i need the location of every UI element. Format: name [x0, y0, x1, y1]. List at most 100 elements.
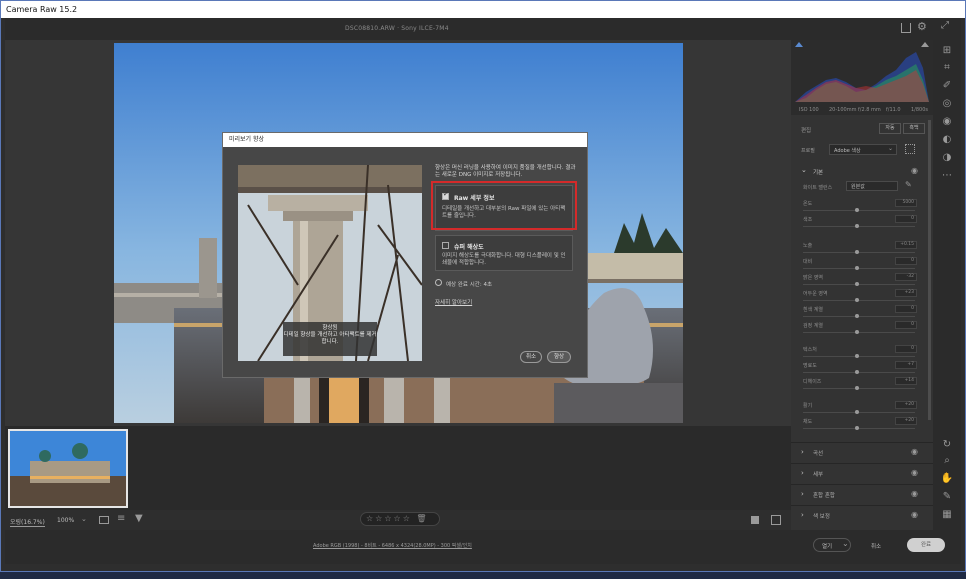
- hand-icon[interactable]: ✋: [939, 472, 955, 486]
- slider-knob[interactable]: [855, 298, 859, 302]
- star-rating[interactable]: ☆☆☆☆☆ 🗑: [360, 512, 440, 526]
- filmstrip-icon[interactable]: [99, 516, 109, 524]
- crop-icon[interactable]: ⌗: [939, 61, 955, 75]
- slider-knob[interactable]: [855, 250, 859, 254]
- slider-value[interactable]: 0: [895, 321, 917, 329]
- slider-track[interactable]: [803, 210, 915, 211]
- workflow-info-link[interactable]: Adobe RGB (1998) - 8비트 - 6486 x 4324(28.…: [313, 542, 472, 549]
- slider-value[interactable]: 0: [895, 345, 917, 353]
- basic-section-title[interactable]: 기본: [813, 168, 823, 176]
- more-icon[interactable]: ⋯: [939, 169, 955, 183]
- basic-eye-icon[interactable]: ◉: [911, 166, 918, 175]
- section-color-grading[interactable]: › 색 보정 ◉: [791, 505, 933, 524]
- slider-row[interactable]: 채도 +20: [791, 417, 927, 432]
- eye-icon[interactable]: ◉: [911, 510, 918, 519]
- slider-track[interactable]: [803, 356, 915, 357]
- slider-track[interactable]: [803, 300, 915, 301]
- section-mixer[interactable]: › 혼합 혼합 ◉: [791, 484, 933, 503]
- slider-track[interactable]: [803, 316, 915, 317]
- sort-icon[interactable]: ≡: [117, 513, 125, 524]
- compare-view-icon[interactable]: [771, 515, 781, 525]
- cancel-main-button[interactable]: 취소: [871, 542, 881, 550]
- save-icon[interactable]: [901, 23, 911, 33]
- enhance-button[interactable]: 향상: [547, 351, 571, 363]
- slider-value[interactable]: +0.15: [895, 241, 917, 249]
- slider-value[interactable]: +20: [895, 401, 917, 409]
- sampler-icon[interactable]: ✎: [939, 490, 955, 504]
- slider-row[interactable]: 온도 5000: [791, 199, 927, 214]
- open-dropdown-icon[interactable]: ⌄: [842, 539, 849, 548]
- done-button[interactable]: 완료: [907, 538, 945, 552]
- single-view-icon[interactable]: [751, 516, 759, 524]
- slider-value[interactable]: 0: [895, 215, 917, 223]
- expand-icon[interactable]: ⤢: [941, 20, 949, 31]
- mask-icon[interactable]: ◎: [939, 97, 955, 111]
- slider-value[interactable]: +20: [895, 417, 917, 425]
- slider-track[interactable]: [803, 252, 915, 253]
- profile-browser-icon[interactable]: [905, 144, 915, 154]
- slider-value[interactable]: 0: [895, 305, 917, 313]
- panel-scrollbar[interactable]: [928, 120, 931, 420]
- delete-icon[interactable]: 🗑: [416, 514, 428, 523]
- slider-track[interactable]: [803, 268, 915, 269]
- section-detail[interactable]: › 세부 ◉: [791, 463, 933, 482]
- slider-knob[interactable]: [855, 370, 859, 374]
- slider-knob[interactable]: [855, 386, 859, 390]
- slider-knob[interactable]: [855, 266, 859, 270]
- slider-track[interactable]: [803, 332, 915, 333]
- slider-row[interactable]: 대비 0: [791, 257, 927, 272]
- edit-tool-icon[interactable]: ⊞: [939, 44, 955, 58]
- cancel-button[interactable]: 취소: [520, 351, 542, 363]
- zoom-icon[interactable]: ⌕: [939, 454, 955, 468]
- slider-track[interactable]: [803, 372, 915, 373]
- open-button[interactable]: 열기 ⌄: [813, 538, 851, 552]
- super-resolution-checkbox[interactable]: [442, 242, 449, 249]
- wb-select[interactable]: 원본값: [846, 181, 898, 191]
- slider-row[interactable]: 텍스처 0: [791, 345, 927, 360]
- profile-select[interactable]: Adobe 색상 ⌄: [829, 144, 897, 155]
- slider-row[interactable]: 밝은 영역 -32: [791, 273, 927, 288]
- grid-icon[interactable]: ▦: [939, 508, 955, 522]
- slider-value[interactable]: -32: [895, 273, 917, 281]
- slider-knob[interactable]: [855, 426, 859, 430]
- rotate-icon[interactable]: ↻: [939, 438, 955, 452]
- eye-icon[interactable]: ◉: [911, 489, 918, 498]
- basic-chevron-icon[interactable]: ⌄: [801, 166, 807, 174]
- zoom-level[interactable]: 100%: [57, 517, 74, 524]
- eye-icon[interactable]: ◉: [911, 447, 918, 456]
- slider-row[interactable]: 활기 +20: [791, 401, 927, 416]
- slider-row[interactable]: 검정 계열 0: [791, 321, 927, 336]
- slider-knob[interactable]: [855, 314, 859, 318]
- slider-track[interactable]: [803, 388, 915, 389]
- slider-knob[interactable]: [855, 410, 859, 414]
- section-curve[interactable]: › 곡선 ◉: [791, 442, 933, 461]
- slider-knob[interactable]: [855, 354, 859, 358]
- slider-knob[interactable]: [855, 282, 859, 286]
- zoom-dropdown-icon[interactable]: ⌄: [81, 515, 87, 523]
- slider-knob[interactable]: [855, 330, 859, 334]
- slider-row[interactable]: 디헤이즈 +14: [791, 377, 927, 392]
- eyedropper-icon[interactable]: ✎: [905, 180, 912, 189]
- slider-row[interactable]: 명료도 +7: [791, 361, 927, 376]
- enhance-preview[interactable]: 향상됨 디테일 향상을 개선하고 아티팩트를 제거합니다.: [238, 165, 422, 361]
- slider-value[interactable]: +23: [895, 289, 917, 297]
- slider-knob[interactable]: [855, 208, 859, 212]
- healing-icon[interactable]: ✐: [939, 79, 955, 93]
- bw-button[interactable]: 흑백: [903, 123, 925, 134]
- slider-value[interactable]: +14: [895, 377, 917, 385]
- filmstrip-thumbnail[interactable]: [8, 429, 128, 508]
- slider-track[interactable]: [803, 284, 915, 285]
- gear-icon[interactable]: ⚙: [917, 20, 927, 33]
- slider-row[interactable]: 어두운 영역 +23: [791, 289, 927, 304]
- filter-icon[interactable]: ▼: [135, 513, 143, 524]
- snapshot-icon[interactable]: ◐: [939, 133, 955, 147]
- redeye-icon[interactable]: ◉: [939, 115, 955, 129]
- slider-track[interactable]: [803, 412, 915, 413]
- slider-row[interactable]: 노출 +0.15: [791, 241, 927, 256]
- slider-knob[interactable]: [855, 224, 859, 228]
- zoom-fit[interactable]: 오링(16.7%): [10, 517, 45, 527]
- super-resolution-option[interactable]: 슈퍼 해상도 이미지 해상도를 극대화합니다. 대형 디스플레이 및 인쇄물에 …: [435, 235, 573, 271]
- slider-value[interactable]: +7: [895, 361, 917, 369]
- learn-more-link[interactable]: 자세히 알아보기: [435, 298, 472, 306]
- slider-value[interactable]: 5000: [895, 199, 917, 207]
